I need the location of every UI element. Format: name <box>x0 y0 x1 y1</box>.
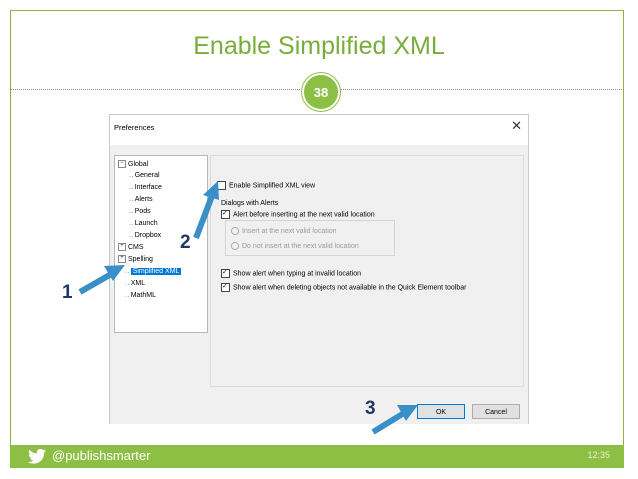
arrow-2 <box>193 181 219 240</box>
callout-number-3: 3 <box>365 398 376 419</box>
slide-time: 12:35 <box>587 450 610 460</box>
twitter-bird-icon <box>28 449 46 464</box>
callout-arrows <box>78 181 418 435</box>
callout-number-1: 1 <box>62 282 73 303</box>
footer-bar: @publishsmarter 12:35 <box>10 445 624 468</box>
arrow-3 <box>371 405 418 435</box>
callout-number-2: 2 <box>180 232 191 253</box>
arrow-1 <box>78 265 125 295</box>
twitter-handle: @publishsmarter <box>52 448 151 463</box>
